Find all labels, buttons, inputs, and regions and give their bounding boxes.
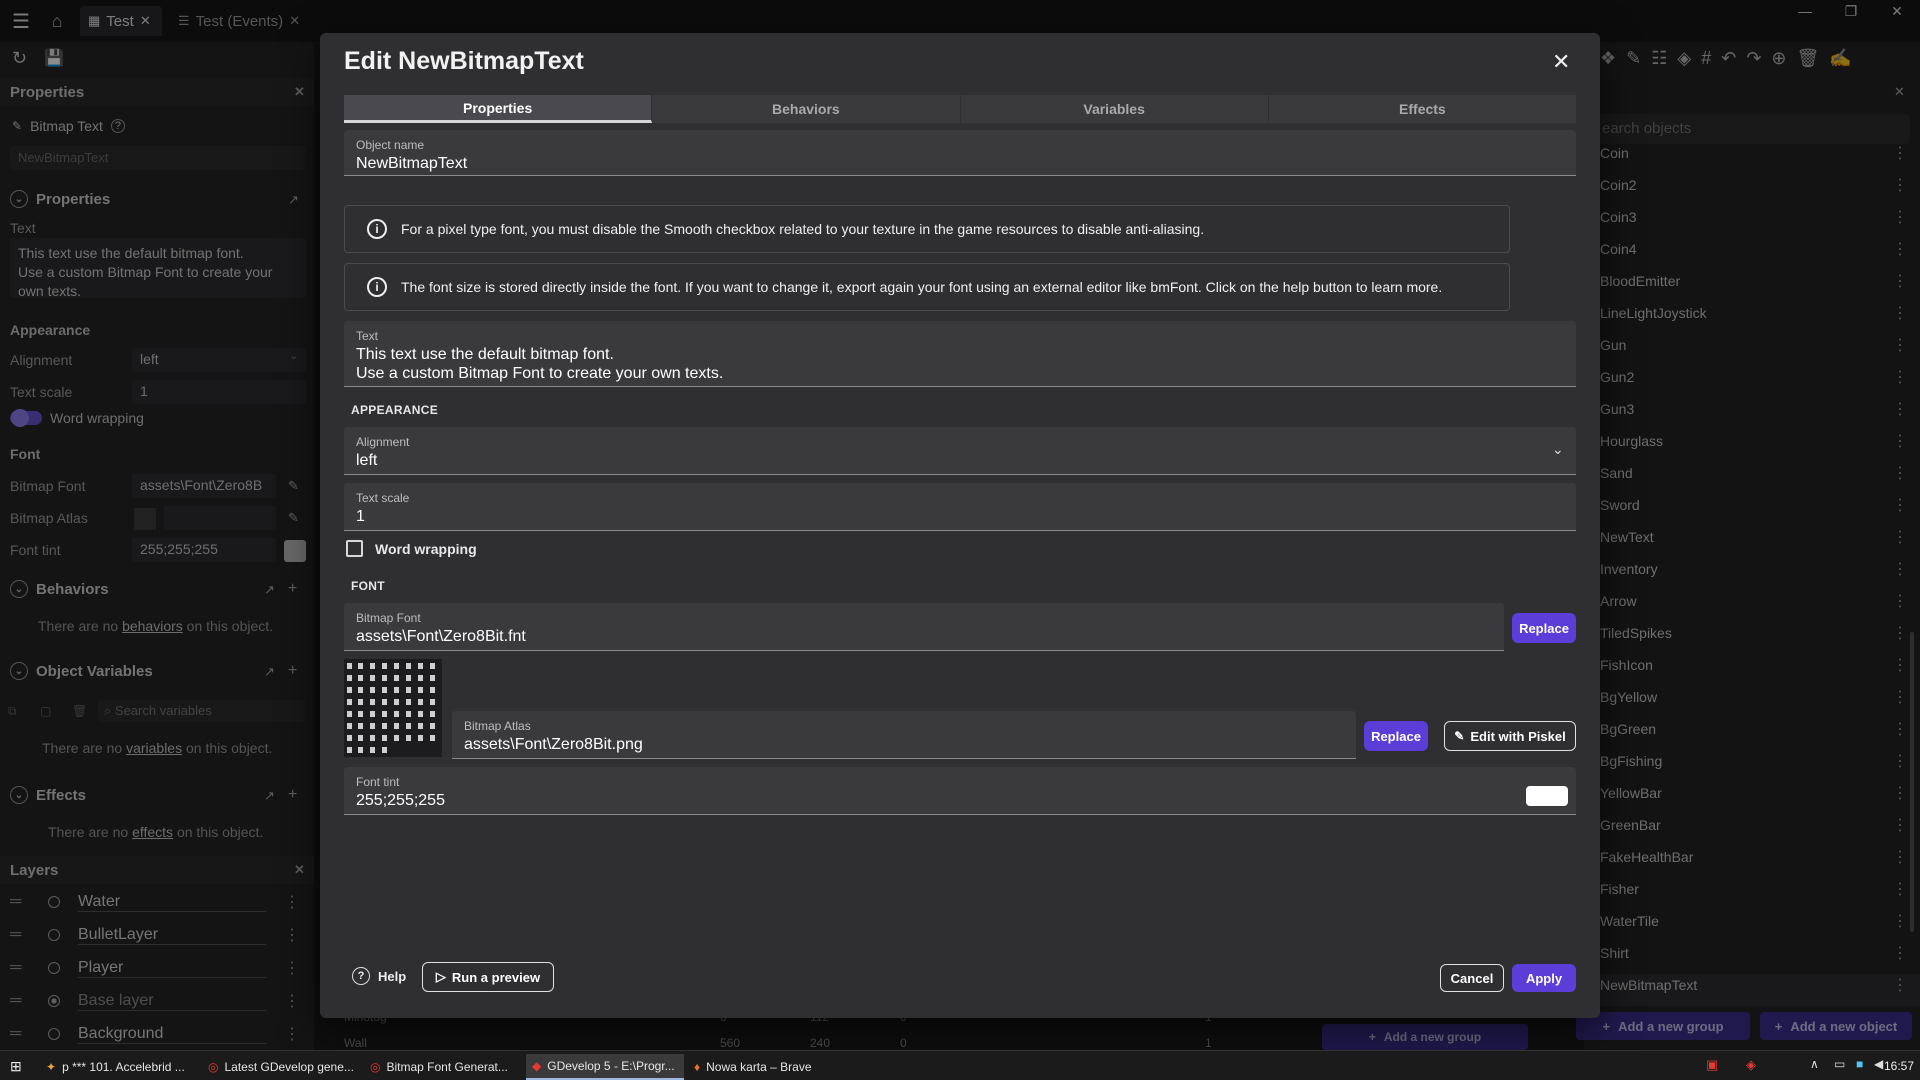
info-alert-smooth: i For a pixel type font, you must disabl… [344,205,1510,253]
cancel-button[interactable]: Cancel [1440,964,1504,992]
tray-expand-icon[interactable]: ∧ [1810,1057,1819,1071]
object-name-field[interactable]: Object name NewBitmapText [344,130,1576,176]
word-wrapping-checkbox[interactable] [346,540,363,557]
field-value[interactable]: 255;255;255 [356,791,445,810]
field-label: Text [356,329,379,343]
windows-taskbar: ⊞ ✦ p *** 101. Accelebrid ... ◎ Latest GDe… [0,1050,1920,1080]
taskbar-item[interactable]: ◆ GDevelop 5 - E:\Progr... [526,1054,684,1080]
pencil-icon: ✎ [1454,729,1465,743]
windows-start-icon[interactable]: ⊞ [10,1058,22,1075]
task-label: p *** 101. Accelebrid ... [62,1060,185,1074]
info-alert-font-size: i The font size is stored directly insid… [344,263,1510,311]
taskbar-item[interactable]: ◎ Latest GDevelop gene... [202,1054,360,1080]
tab-variables[interactable]: Variables [960,95,1269,123]
replace-font-button[interactable]: Replace [1512,613,1576,643]
alert-text: For a pixel type font, you must disable … [401,221,1205,237]
color-swatch[interactable] [1526,786,1568,806]
tray-app-icon[interactable]: ■ [1856,1057,1863,1071]
field-label: Alignment [356,435,410,449]
task-label: Bitmap Font Generat... [386,1060,508,1074]
taskbar-item[interactable]: ♦ Nowa karta – Brave [688,1054,846,1080]
info-icon: i [367,277,387,297]
text-scale-field[interactable]: Text scale 1 [344,483,1576,531]
close-icon[interactable]: ✕ [1552,49,1570,75]
chevron-down-icon: ⌄ [1552,441,1564,457]
task-label: GDevelop 5 - E:\Progr... [547,1059,675,1073]
app-icon: ✦ [46,1060,57,1074]
task-label: Nowa karta – Brave [706,1060,812,1074]
help-button[interactable]: ? Help [352,967,406,985]
network-icon[interactable]: ▭ [1834,1057,1845,1071]
field-value[interactable]: This text use the default bitmap font. U… [356,345,723,383]
bitmap-atlas-field[interactable]: Bitmap Atlas assets\Font\Zero8Bit.png [452,711,1356,759]
taskbar-item[interactable]: ◎ Bitmap Font Generat... [364,1054,522,1080]
brave-icon: ♦ [694,1060,701,1074]
bitmap-font-field[interactable]: Bitmap Font assets\Font\Zero8Bit.fnt [344,603,1504,651]
alignment-select[interactable]: Alignment left ⌄ [344,427,1576,475]
dialog-tabs: Properties Behaviors Variables Effects [344,95,1576,123]
app-icon: ◎ [370,1060,381,1074]
tray-app-icon[interactable]: ◈ [1746,1057,1756,1073]
field-value[interactable]: assets\Font\Zero8Bit.fnt [356,627,526,646]
font-caption: FONT [351,579,385,593]
field-label: Font tint [356,775,400,789]
button-label: Help [378,968,407,984]
tab-behaviors[interactable]: Behaviors [652,95,961,123]
field-label: Text scale [356,491,410,505]
tab-properties[interactable]: Properties [344,95,653,123]
field-value[interactable]: NewBitmapText [356,154,467,173]
taskbar-item[interactable]: ✦ p *** 101. Accelebrid ... [40,1054,198,1080]
word-wrapping-checkbox-row: Word wrapping [346,540,477,557]
help-icon: ? [352,967,370,985]
atlas-preview-image [344,659,442,757]
alert-text: The font size is stored directly inside … [401,279,1443,295]
task-label: Latest GDevelop gene... [224,1060,354,1074]
edit-with-piskel-button[interactable]: ✎ Edit with Piskel [1444,721,1576,751]
button-label: Run a preview [451,969,541,985]
field-label: Bitmap Atlas [464,719,531,733]
font-atlas-glyphs-icon [347,663,435,753]
text-field[interactable]: Text This text use the default bitmap fo… [344,321,1576,387]
play-icon: ▷ [435,969,446,984]
field-value: left [356,452,378,469]
font-tint-field[interactable]: Font tint 255;255;255 [344,767,1576,815]
button-label: Edit with Piskel [1470,728,1566,744]
replace-atlas-button[interactable]: Replace [1364,721,1428,751]
edit-object-dialog: Edit NewBitmapText ✕ Properties Behavior… [320,33,1600,1018]
app-icon: ◎ [208,1060,219,1074]
tray-app-icon[interactable]: ▣ [1706,1057,1718,1073]
info-icon: i [367,219,387,239]
appearance-caption: APPEARANCE [351,403,439,417]
dialog-title: Edit NewBitmapText [344,47,584,75]
volume-icon[interactable]: ◀ [1874,1057,1883,1071]
field-value[interactable]: 1 [356,507,365,526]
app-icon: ◆ [532,1059,542,1073]
tab-effects[interactable]: Effects [1268,95,1576,123]
field-label: Bitmap Font [356,611,421,625]
field-label: Object name [356,138,425,152]
apply-button[interactable]: Apply [1512,964,1576,992]
field-value[interactable]: assets\Font\Zero8Bit.png [464,735,643,754]
clock[interactable]: 16:57 [1884,1059,1914,1073]
run-preview-button[interactable]: ▷ Run a preview [422,962,554,992]
checkbox-label: Word wrapping [375,540,477,557]
